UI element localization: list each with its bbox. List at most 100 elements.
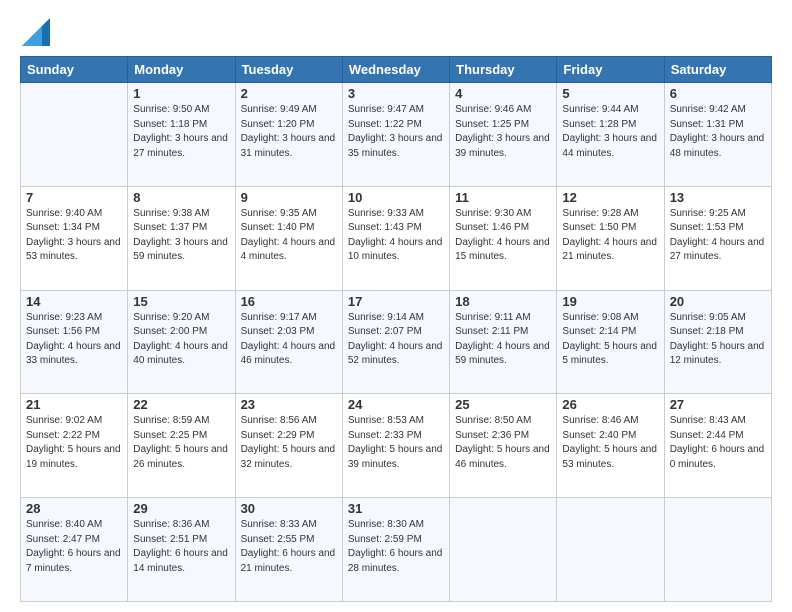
day-info: Sunrise: 8:43 AMSunset: 2:44 PMDaylight:…: [670, 414, 766, 472]
day-info: Sunrise: 8:50 AMSunset: 2:36 PMDaylight:…: [455, 414, 551, 472]
day-number: 11: [455, 190, 551, 205]
day-info: Sunrise: 9:40 AMSunset: 1:34 PMDaylight:…: [26, 207, 122, 265]
page: SundayMondayTuesdayWednesdayThursdayFrid…: [0, 0, 792, 612]
weekday-header-monday: Monday: [128, 57, 235, 83]
weekday-header-tuesday: Tuesday: [235, 57, 342, 83]
header: [20, 18, 772, 46]
day-info: Sunrise: 9:33 AMSunset: 1:43 PMDaylight:…: [348, 207, 444, 265]
day-number: 19: [562, 294, 658, 309]
day-number: 5: [562, 86, 658, 101]
calendar-cell: 6Sunrise: 9:42 AMSunset: 1:31 PMDaylight…: [664, 83, 771, 187]
calendar-cell: 25Sunrise: 8:50 AMSunset: 2:36 PMDayligh…: [450, 394, 557, 498]
day-info: Sunrise: 9:17 AMSunset: 2:03 PMDaylight:…: [241, 311, 337, 369]
day-info: Sunrise: 9:50 AMSunset: 1:18 PMDaylight:…: [133, 103, 229, 161]
weekday-header-wednesday: Wednesday: [342, 57, 449, 83]
day-info: Sunrise: 8:36 AMSunset: 2:51 PMDaylight:…: [133, 518, 229, 576]
calendar-cell: 20 Sunrise: 9:05 AMSunset: 2:18 PMDayligh…: [664, 290, 771, 394]
day-number: 28: [26, 501, 122, 516]
day-info: Sunrise: 9:20 AMSunset: 2:00 PMDaylight:…: [133, 311, 229, 369]
calendar-cell: 13 Sunrise: 9:25 AMSunset: 1:53 PMDayligh…: [664, 186, 771, 290]
day-number: 18: [455, 294, 551, 309]
week-row-2: 7 Sunrise: 9:40 AMSunset: 1:34 PMDaylight…: [21, 186, 772, 290]
day-info: Sunrise: 9:08 AMSunset: 2:14 PMDaylight:…: [562, 311, 658, 369]
day-info: Sunrise: 8:33 AMSunset: 2:55 PMDaylight:…: [241, 518, 337, 576]
weekday-header-sunday: Sunday: [21, 57, 128, 83]
calendar-cell: 22 Sunrise: 8:59 AMSunset: 2:25 PMDayligh…: [128, 394, 235, 498]
day-info: Sunrise: 9:44 AMSunset: 1:28 PMDaylight:…: [562, 103, 658, 161]
day-number: 7: [26, 190, 122, 205]
calendar-cell: 8 Sunrise: 9:38 AMSunset: 1:37 PMDaylight…: [128, 186, 235, 290]
calendar-cell: [664, 498, 771, 602]
day-info: Sunrise: 9:38 AMSunset: 1:37 PMDaylight:…: [133, 207, 229, 265]
day-number: 2: [241, 86, 337, 101]
day-number: 16: [241, 294, 337, 309]
day-info: Sunrise: 9:35 AMSunset: 1:40 PMDaylight:…: [241, 207, 337, 265]
day-number: 8: [133, 190, 229, 205]
calendar-cell: 5 Sunrise: 9:44 AMSunset: 1:28 PMDaylight…: [557, 83, 664, 187]
calendar-cell: 10 Sunrise: 9:33 AMSunset: 1:43 PMDayligh…: [342, 186, 449, 290]
day-info: Sunrise: 8:53 AMSunset: 2:33 PMDaylight:…: [348, 414, 444, 472]
day-number: 10: [348, 190, 444, 205]
weekday-header-row: SundayMondayTuesdayWednesdayThursdayFrid…: [21, 57, 772, 83]
day-number: 27: [670, 397, 766, 412]
day-info: Sunrise: 9:30 AMSunset: 1:46 PMDaylight:…: [455, 207, 551, 265]
calendar-cell: 26 Sunrise: 8:46 AMSunset: 2:40 PMDayligh…: [557, 394, 664, 498]
day-number: 14: [26, 294, 122, 309]
day-number: 6: [670, 86, 766, 101]
day-info: Sunrise: 8:40 AMSunset: 2:47 PMDaylight:…: [26, 518, 122, 576]
day-number: 15: [133, 294, 229, 309]
day-number: 29: [133, 501, 229, 516]
week-row-3: 14 Sunrise: 9:23 AMSunset: 1:56 PMDayligh…: [21, 290, 772, 394]
logo: [20, 18, 50, 46]
weekday-header-saturday: Saturday: [664, 57, 771, 83]
day-info: Sunrise: 9:05 AMSunset: 2:18 PMDaylight:…: [670, 311, 766, 369]
calendar-cell: 27 Sunrise: 8:43 AMSunset: 2:44 PMDayligh…: [664, 394, 771, 498]
day-info: Sunrise: 9:14 AMSunset: 2:07 PMDaylight:…: [348, 311, 444, 369]
logo-icon: [22, 18, 50, 46]
day-number: 3: [348, 86, 444, 101]
day-info: Sunrise: 8:59 AMSunset: 2:25 PMDaylight:…: [133, 414, 229, 472]
day-info: Sunrise: 8:46 AMSunset: 2:40 PMDaylight:…: [562, 414, 658, 472]
weekday-header-friday: Friday: [557, 57, 664, 83]
calendar-cell: 3 Sunrise: 9:47 AMSunset: 1:22 PMDaylight…: [342, 83, 449, 187]
day-info: Sunrise: 9:23 AMSunset: 1:56 PMDaylight:…: [26, 311, 122, 369]
calendar-cell: 28 Sunrise: 8:40 AMSunset: 2:47 PMDayligh…: [21, 498, 128, 602]
calendar-cell: 11 Sunrise: 9:30 AMSunset: 1:46 PMDayligh…: [450, 186, 557, 290]
calendar-cell: 31 Sunrise: 8:30 AMSunset: 2:59 PMDayligh…: [342, 498, 449, 602]
calendar-cell: 15 Sunrise: 9:20 AMSunset: 2:00 PMDayligh…: [128, 290, 235, 394]
day-number: 22: [133, 397, 229, 412]
day-number: 24: [348, 397, 444, 412]
day-info: Sunrise: 9:46 AMSunset: 1:25 PMDaylight:…: [455, 103, 551, 161]
day-number: 31: [348, 501, 444, 516]
day-number: 23: [241, 397, 337, 412]
day-number: 1: [133, 86, 229, 101]
week-row-5: 28 Sunrise: 8:40 AMSunset: 2:47 PMDayligh…: [21, 498, 772, 602]
day-number: 12: [562, 190, 658, 205]
calendar-cell: 21 Sunrise: 9:02 AMSunset: 2:22 PMDayligh…: [21, 394, 128, 498]
calendar-cell: 30 Sunrise: 8:33 AMSunset: 2:55 PMDayligh…: [235, 498, 342, 602]
day-info: Sunrise: 9:47 AMSunset: 1:22 PMDaylight:…: [348, 103, 444, 161]
day-info: Sunrise: 9:11 AMSunset: 2:11 PMDaylight:…: [455, 311, 551, 369]
calendar-cell: 29 Sunrise: 8:36 AMSunset: 2:51 PMDayligh…: [128, 498, 235, 602]
calendar-cell: 9Sunrise: 9:35 AMSunset: 1:40 PMDaylight…: [235, 186, 342, 290]
calendar-cell: 23 Sunrise: 8:56 AMSunset: 2:29 PMDayligh…: [235, 394, 342, 498]
day-number: 26: [562, 397, 658, 412]
calendar-cell: [21, 83, 128, 187]
day-info: Sunrise: 8:30 AMSunset: 2:59 PMDaylight:…: [348, 518, 444, 576]
calendar-cell: 24 Sunrise: 8:53 AMSunset: 2:33 PMDayligh…: [342, 394, 449, 498]
calendar-cell: 14 Sunrise: 9:23 AMSunset: 1:56 PMDayligh…: [21, 290, 128, 394]
day-info: Sunrise: 8:56 AMSunset: 2:29 PMDaylight:…: [241, 414, 337, 472]
calendar-cell: 7 Sunrise: 9:40 AMSunset: 1:34 PMDaylight…: [21, 186, 128, 290]
day-info: Sunrise: 9:02 AMSunset: 2:22 PMDaylight:…: [26, 414, 122, 472]
day-number: 20: [670, 294, 766, 309]
day-number: 13: [670, 190, 766, 205]
calendar-cell: 16 Sunrise: 9:17 AMSunset: 2:03 PMDayligh…: [235, 290, 342, 394]
day-number: 21: [26, 397, 122, 412]
day-number: 4: [455, 86, 551, 101]
calendar-cell: 18 Sunrise: 9:11 AMSunset: 2:11 PMDayligh…: [450, 290, 557, 394]
calendar-cell: 17Sunrise: 9:14 AMSunset: 2:07 PMDayligh…: [342, 290, 449, 394]
calendar-cell: 4 Sunrise: 9:46 AMSunset: 1:25 PMDaylight…: [450, 83, 557, 187]
day-number: 30: [241, 501, 337, 516]
day-info: Sunrise: 9:28 AMSunset: 1:50 PMDaylight:…: [562, 207, 658, 265]
day-info: Sunrise: 9:25 AMSunset: 1:53 PMDaylight:…: [670, 207, 766, 265]
